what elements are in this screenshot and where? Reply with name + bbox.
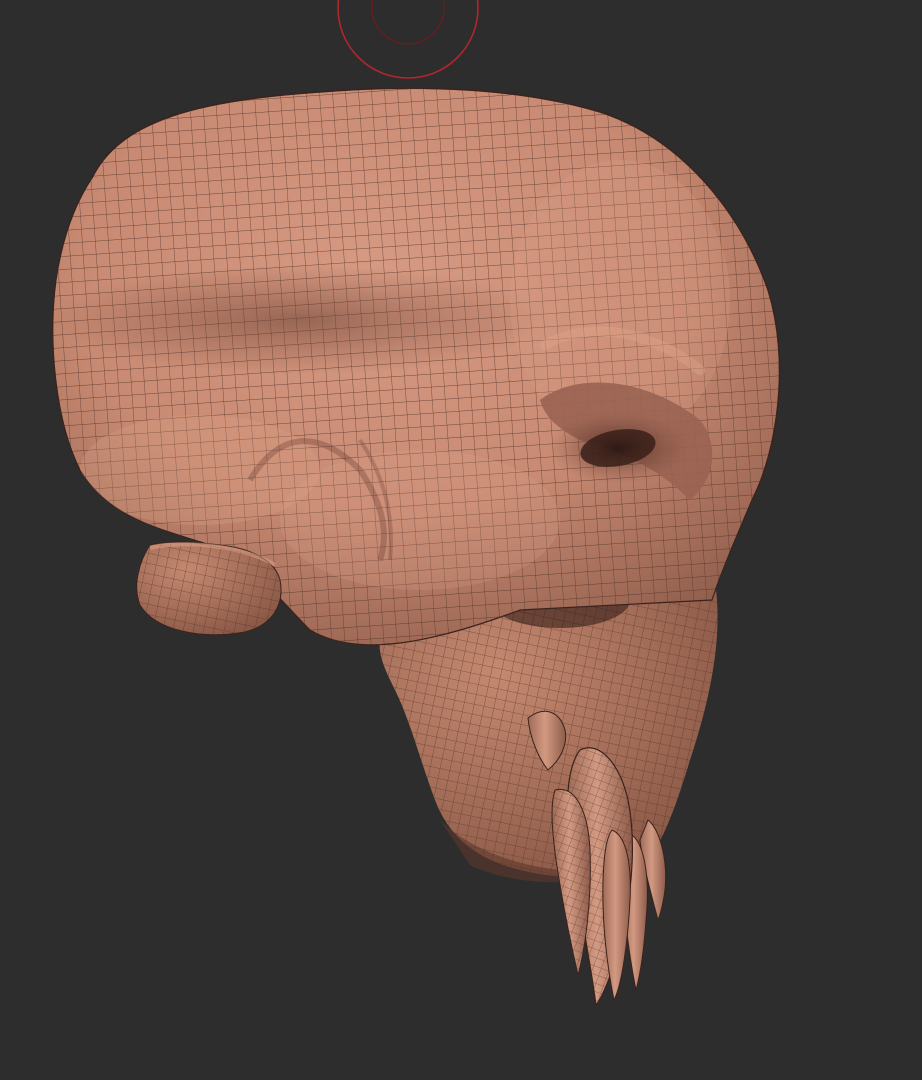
- sculpt-canvas[interactable]: [0, 0, 922, 1080]
- skull-front-bulb: [136, 541, 282, 636]
- skull-model[interactable]: [40, 80, 800, 1007]
- circle-brush-cursor-icon: [337, 0, 479, 79]
- sculpt-viewport[interactable]: [0, 0, 922, 1080]
